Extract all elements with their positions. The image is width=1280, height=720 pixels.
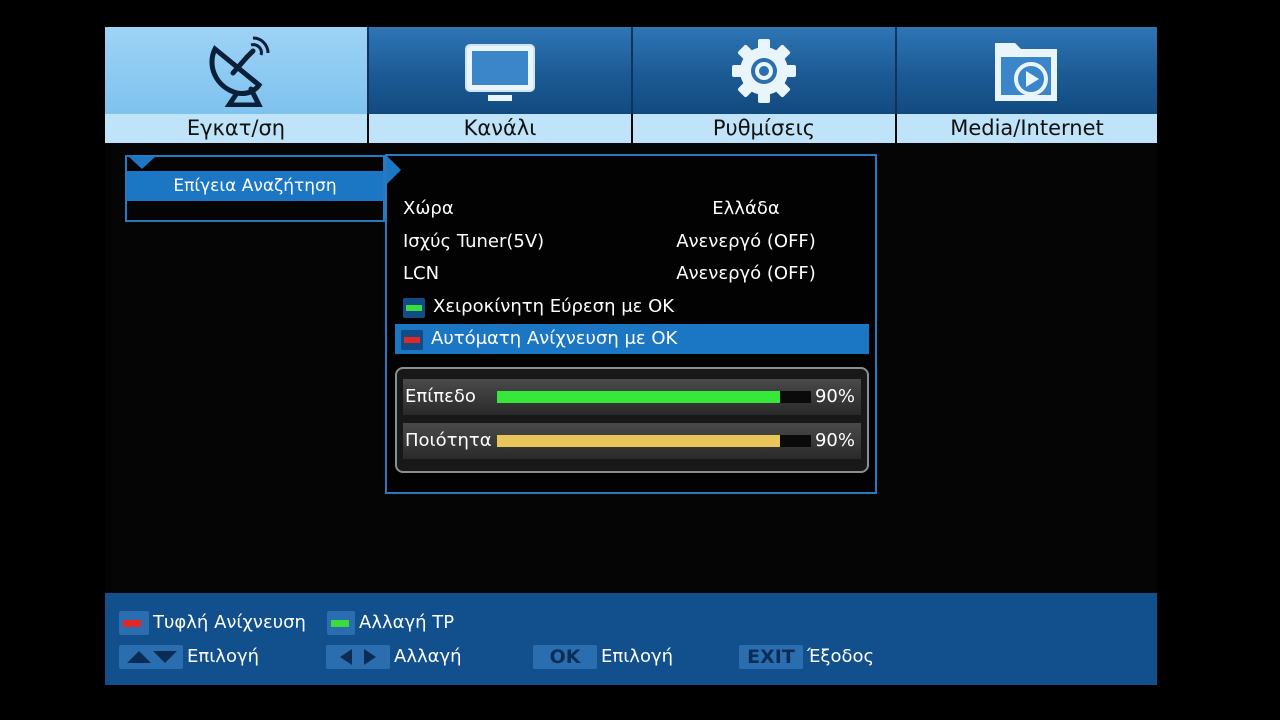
signal-meter: Επίπεδο 90% Ποιότητα 90% (395, 367, 869, 473)
help-bar: Τυφλή Ανίχνευση Αλλαγή TP Επιλογή Αλλαγή… (105, 593, 1157, 685)
setting-row-country[interactable]: Χώρα Ελλάδα (397, 194, 867, 224)
tab-label: Εγκατ/ση (105, 114, 367, 143)
tab-label: Ρυθμίσεις (633, 114, 895, 143)
action-label: Χειροκίνητη Εύρεση με ΟΚ (433, 296, 675, 317)
exit-key: EXIT (739, 645, 803, 669)
select-hint[interactable]: Επιλογή (119, 642, 299, 672)
hint-text: Αλλαγή (394, 646, 462, 667)
hint-text: Επιλογή (601, 646, 674, 667)
red-key-icon (401, 330, 423, 350)
tv-icon (462, 35, 538, 109)
signal-level-bar (497, 391, 811, 403)
red-key-icon (119, 611, 149, 635)
hint-text: Τυφλή Ανίχνευση (153, 612, 306, 633)
panel-pointer-icon (387, 156, 401, 184)
ok-key: OK (533, 645, 597, 669)
signal-level-label: Επίπεδο (405, 386, 476, 407)
tab-label: Media/Internet (897, 114, 1157, 143)
tab-media-internet[interactable]: Media/Internet (897, 27, 1157, 143)
tab-channel[interactable]: Κανάλι (369, 27, 631, 143)
left-right-arrows-icon (326, 645, 390, 669)
signal-quality-label: Ποιότητα (405, 430, 492, 451)
menu-item-terrestrial-search[interactable]: Επίγεια Αναζήτηση (127, 171, 383, 201)
exit-key-label: EXIT (747, 646, 795, 668)
auto-scan-button[interactable]: Αυτόματη Ανίχνευση με ΟΚ (395, 324, 869, 354)
media-folder-icon (991, 35, 1063, 109)
ok-hint[interactable]: OK Επιλογή (533, 642, 703, 672)
gear-icon (728, 35, 800, 111)
tab-label: Κανάλι (369, 114, 631, 143)
change-tp-hint[interactable]: Αλλαγή TP (327, 608, 487, 638)
blind-scan-hint[interactable]: Τυφλή Ανίχνευση (119, 608, 339, 638)
hint-text: Επιλογή (187, 646, 260, 667)
change-hint[interactable]: Αλλαγή (326, 642, 486, 672)
setting-label: LCN (403, 263, 440, 284)
installation-menu: Επίγεια Αναζήτηση (125, 155, 385, 222)
terrestrial-search-panel: Χώρα Ελλάδα Ισχύς Tuner(5V) Ανενεργό (OF… (385, 154, 877, 494)
up-down-arrows-icon (119, 645, 183, 669)
exit-hint[interactable]: EXIT Έξοδος (739, 642, 909, 672)
hint-text: Αλλαγή TP (359, 612, 455, 633)
hint-text: Έξοδος (807, 646, 875, 667)
action-label: Αυτόματη Ανίχνευση με ΟΚ (431, 328, 678, 349)
green-key-icon (403, 298, 425, 318)
setting-row-lcn[interactable]: LCN Ανενεργό (OFF) (397, 259, 867, 289)
signal-quality-bar (497, 435, 811, 447)
setting-value: Ανενεργό (OFF) (676, 231, 816, 252)
signal-level-value: 90% (814, 386, 855, 407)
setting-value: Ελλάδα (712, 198, 780, 219)
tab-settings[interactable]: Ρυθμίσεις (633, 27, 895, 143)
ok-key-label: OK (549, 646, 581, 668)
tab-installation[interactable]: Εγκατ/ση (105, 27, 367, 143)
setting-value: Ανενεργό (OFF) (676, 263, 816, 284)
signal-level-row: Επίπεδο 90% (403, 379, 861, 415)
signal-quality-fill (497, 435, 780, 447)
manual-search-button[interactable]: Χειροκίνητη Εύρεση με ΟΚ (397, 292, 867, 322)
setting-row-tuner-power[interactable]: Ισχύς Tuner(5V) Ανενεργό (OFF) (397, 227, 867, 257)
menu-pointer-icon (129, 157, 155, 169)
signal-quality-row: Ποιότητα 90% (403, 423, 861, 459)
setting-label: Ισχύς Tuner(5V) (403, 231, 545, 252)
green-key-icon (327, 611, 355, 635)
satellite-dish-icon (201, 35, 271, 111)
setting-label: Χώρα (403, 198, 454, 219)
signal-quality-value: 90% (814, 430, 855, 451)
setup-screen: Εγκατ/ση Κανάλι Ρυθμίσεις Media/Internet… (105, 27, 1157, 685)
signal-level-fill (497, 391, 780, 403)
